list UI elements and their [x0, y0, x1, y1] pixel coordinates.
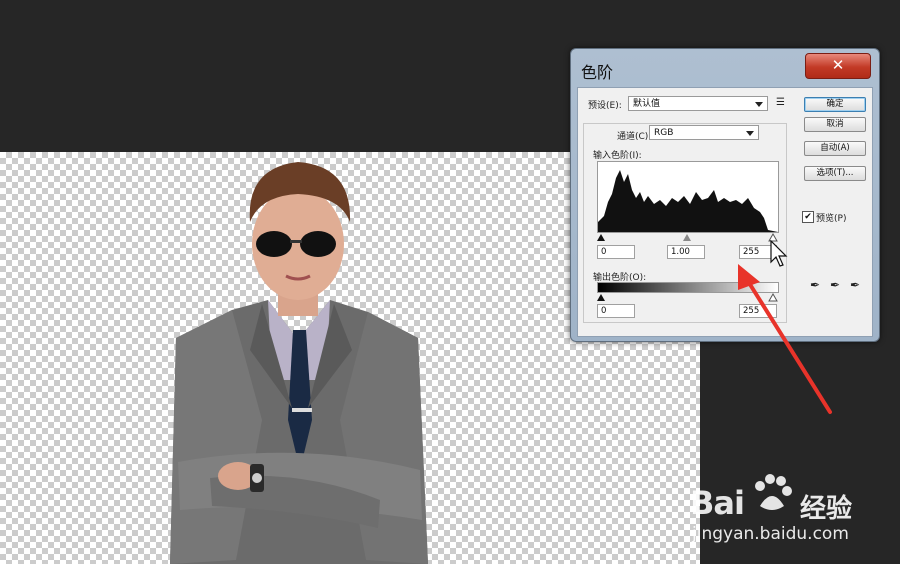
chevron-down-icon: [755, 102, 763, 107]
watermark-cn: 经验: [800, 494, 853, 524]
annotation-arrow-icon: [738, 264, 832, 414]
white-eyedropper-icon[interactable]: ✒: [850, 278, 860, 292]
cancel-button[interactable]: 取消: [804, 117, 866, 132]
preset-menu-icon[interactable]: ☰: [776, 97, 785, 108]
paw-logo-icon: [755, 474, 792, 510]
preview-label: 预览(P): [816, 214, 847, 224]
baidu-watermark: Bai 经验 jingyan.baidu.com: [690, 466, 890, 546]
auto-button[interactable]: 自动(A): [804, 141, 866, 156]
input-slider[interactable]: [595, 232, 781, 242]
preset-label: 预设(E):: [588, 101, 622, 111]
close-button[interactable]: ✕: [805, 53, 871, 79]
watermark-url: jingyan.baidu.com: [692, 524, 849, 544]
histogram: [597, 161, 779, 233]
channel-select[interactable]: RGB: [649, 125, 759, 140]
input-black-field[interactable]: 0: [597, 245, 635, 259]
input-levels-label: 输入色阶(I):: [593, 151, 642, 161]
output-black-field[interactable]: 0: [597, 304, 635, 318]
channel-label: 通道(C):: [617, 132, 652, 142]
dialog-title: 色阶: [581, 63, 614, 82]
histogram-graph: [598, 170, 778, 232]
preset-select[interactable]: 默认值: [628, 96, 768, 111]
channel-value: RGB: [654, 128, 674, 138]
input-gamma-field[interactable]: 1.00: [667, 245, 705, 259]
chevron-down-icon: [746, 131, 754, 136]
options-button[interactable]: 选项(T)...: [804, 166, 866, 181]
watermark-brand: Bai: [690, 484, 745, 522]
preview-checkbox[interactable]: ✔: [802, 211, 814, 223]
preset-value: 默认值: [633, 99, 661, 109]
ok-button[interactable]: 确定: [804, 97, 866, 112]
dialog-titlebar[interactable]: 色阶 ✕: [571, 49, 879, 87]
